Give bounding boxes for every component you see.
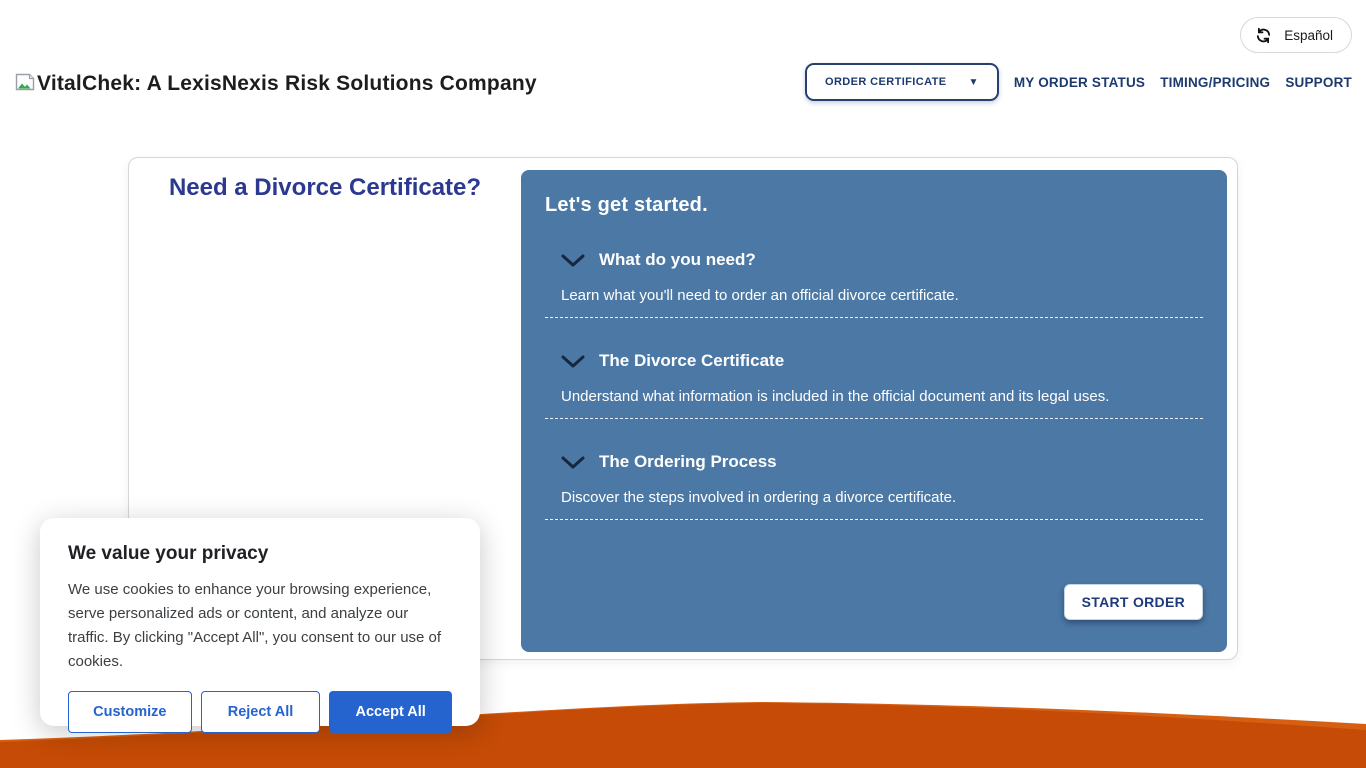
- accept-all-button[interactable]: Accept All: [329, 691, 452, 733]
- site-logo[interactable]: VitalChek: A LexisNexis Risk Solutions C…: [15, 72, 537, 96]
- nav-my-order-status[interactable]: MY ORDER STATUS: [1014, 75, 1145, 90]
- page-title: Need a Divorce Certificate?: [129, 174, 521, 202]
- nav-timing-pricing[interactable]: TIMING/PRICING: [1160, 75, 1270, 90]
- accordion-divorce-certificate: The Divorce Certificate Understand what …: [545, 351, 1203, 419]
- chevron-down-icon: [561, 254, 585, 267]
- language-label: Español: [1284, 28, 1333, 43]
- accordion-description: Discover the steps involved in ordering …: [545, 489, 1203, 506]
- chevron-down-icon: [561, 355, 585, 368]
- order-certificate-label: ORDER CERTIFICATE: [825, 76, 946, 88]
- caret-down-icon: ▼: [968, 77, 978, 88]
- broken-image-icon: [15, 73, 35, 91]
- accordion-title: What do you need?: [599, 250, 756, 270]
- accordion-title: The Divorce Certificate: [599, 351, 784, 371]
- chevron-down-icon: [561, 456, 585, 469]
- cookie-body-text: We use cookies to enhance your browsing …: [68, 578, 452, 674]
- accordion-header[interactable]: What do you need?: [545, 250, 1203, 270]
- order-certificate-dropdown[interactable]: ORDER CERTIFICATE ▼: [805, 63, 999, 101]
- accordion-description: Learn what you'll need to order an offic…: [545, 287, 1203, 304]
- refresh-icon: [1255, 27, 1272, 44]
- language-toggle-button[interactable]: Español: [1240, 17, 1352, 53]
- cookie-buttons-row: Customize Reject All Accept All: [68, 691, 452, 733]
- accordion-what-do-you-need: What do you need? Learn what you'll need…: [545, 250, 1203, 318]
- accordion-title: The Ordering Process: [599, 452, 777, 472]
- cookie-consent-dialog: We value your privacy We use cookies to …: [40, 518, 480, 726]
- page: Español VitalChek: A LexisNexis Risk Sol…: [0, 0, 1366, 768]
- reject-all-button[interactable]: Reject All: [201, 691, 321, 733]
- accordion-description: Understand what information is included …: [545, 388, 1203, 405]
- get-started-panel: Let's get started. What do you need? Lea…: [521, 170, 1227, 652]
- cookie-title: We value your privacy: [68, 543, 452, 565]
- nav-support[interactable]: SUPPORT: [1285, 75, 1352, 90]
- accordion-header[interactable]: The Ordering Process: [545, 452, 1203, 472]
- customize-button[interactable]: Customize: [68, 691, 192, 733]
- start-order-button[interactable]: START ORDER: [1064, 584, 1203, 620]
- accordion-header[interactable]: The Divorce Certificate: [545, 351, 1203, 371]
- accordion-ordering-process: The Ordering Process Discover the steps …: [545, 452, 1203, 520]
- dashed-divider: [545, 418, 1203, 419]
- dashed-divider: [545, 317, 1203, 318]
- primary-nav: ORDER CERTIFICATE ▼ MY ORDER STATUS TIMI…: [805, 62, 1352, 102]
- logo-alt-text: VitalChek: A LexisNexis Risk Solutions C…: [37, 72, 537, 96]
- dashed-divider: [545, 519, 1203, 520]
- panel-title: Let's get started.: [545, 194, 1203, 217]
